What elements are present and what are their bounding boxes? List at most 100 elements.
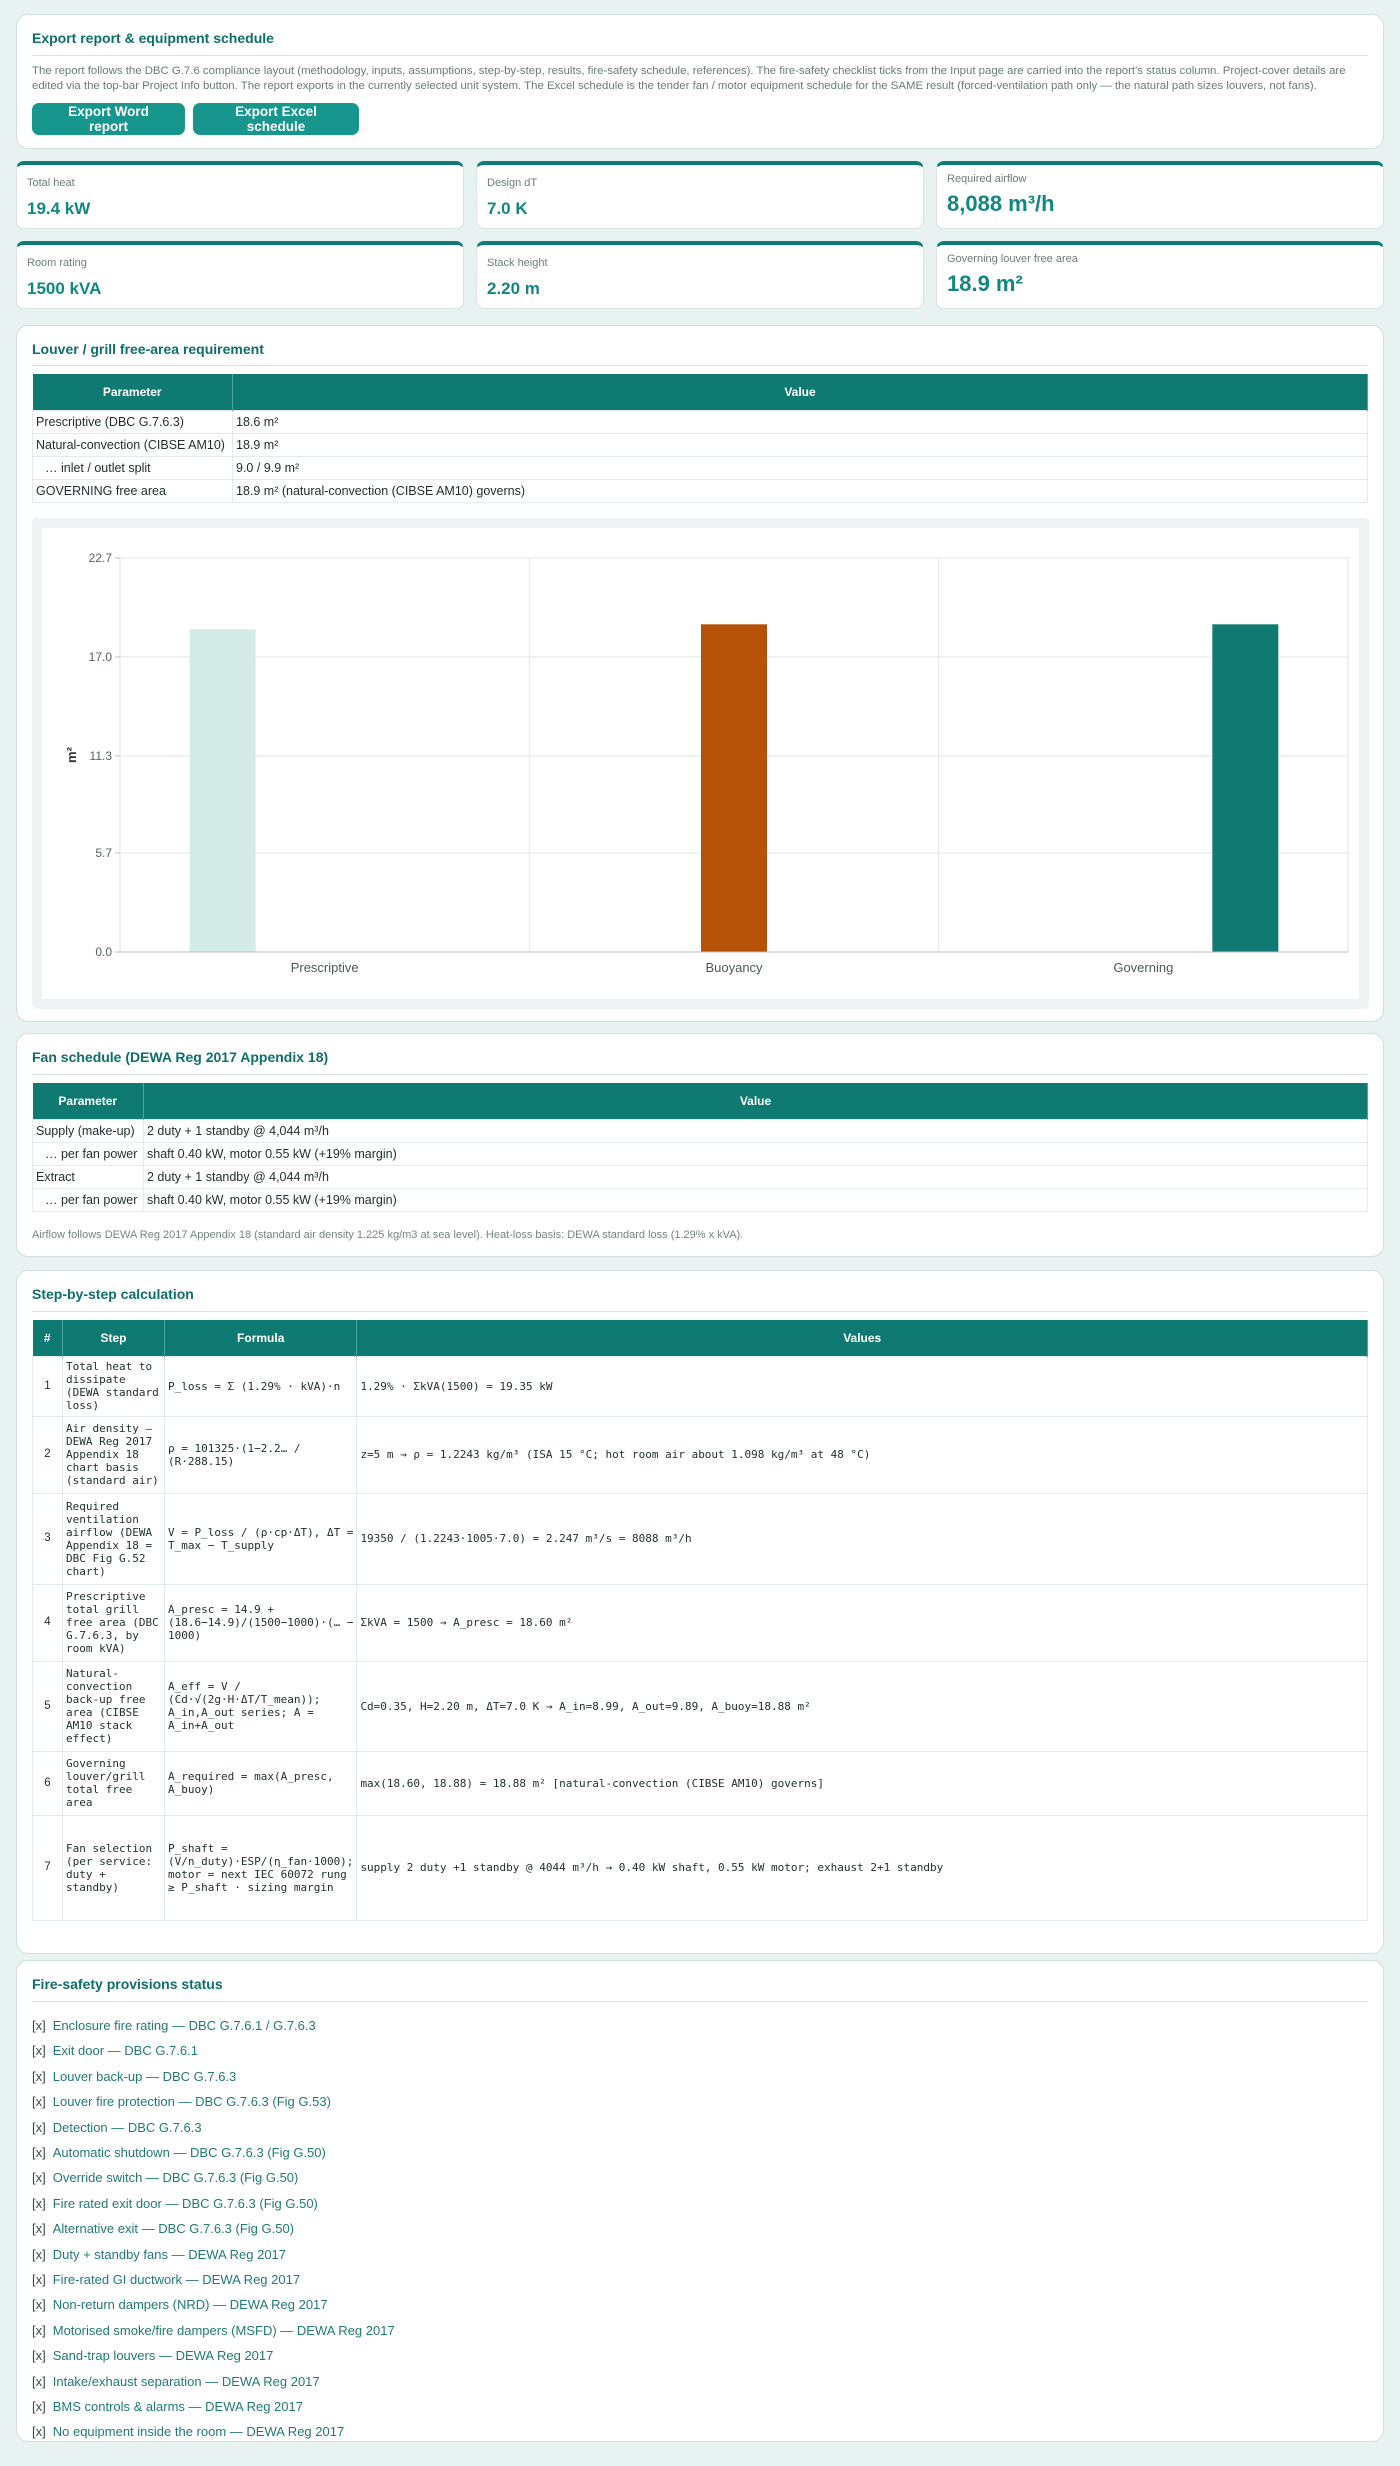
table-cell: Extract — [32, 1164, 144, 1189]
table-row: Natural-convection (CIBSE AM10) 18.9 m² — [32, 432, 1368, 457]
louver-card: Louver / grill free-area requirement Par… — [16, 325, 1384, 1022]
fire-safety-item-label: Enclosure fire rating — DBC G.7.6.1 / G.… — [52, 2018, 316, 2033]
step-name: Total heat to dissipate (DEWA standard l… — [62, 1355, 165, 1417]
table-row: GOVERNING free area 18.9 m² (natural-con… — [32, 478, 1368, 503]
checkbox-mark: [x] — [32, 2297, 46, 2313]
fire-safety-item: [x] Alternative exit — DBC G.7.6.3 (Fig G… — [32, 2221, 294, 2236]
louver-table: Parameter Value Prescriptive (DBC G.7.6.… — [32, 374, 1368, 503]
chart-panel: 0.0 5.7 11.3 17.0 22.7 Prescriptive Buoyancy Go… — [42, 528, 1359, 999]
fire-safety-title: Fire-safety provisions status — [32, 1976, 223, 1992]
fire-safety-item: [x] Motorised smoke/fire dampers (MSFD) —… — [32, 2323, 395, 2338]
x-tick-label: Buoyancy — [705, 960, 763, 975]
metric-label: Total heat — [27, 177, 75, 189]
step-name: Fan selection (per service: duty + stand… — [62, 1814, 165, 1921]
metric-governing-louver-area: Governing louver free area 18.9 m² — [936, 241, 1384, 309]
step-formula: P_loss = Σ (1.29% · kVA)·n — [163, 1355, 358, 1417]
divider — [32, 1311, 1368, 1312]
checkbox-mark: [x] — [32, 2068, 46, 2084]
x-tick-label: Governing — [1113, 960, 1173, 975]
metric-value: 8,088 m³/h — [947, 191, 1055, 216]
metric-value: 18.9 m² — [947, 271, 1023, 296]
table-header-row: Parameter Value — [32, 374, 1368, 410]
table-row: … inlet / outlet split 9.0 / 9.9 m² — [32, 455, 1368, 480]
fire-safety-item: [x] Intake/exhaust separation — DEWA Reg … — [32, 2374, 320, 2389]
fire-safety-item: [x] Fire rated exit door — DBC G.7.6.3 (F… — [32, 2196, 318, 2211]
table-row: 4 Prescriptive total grill free area (DB… — [32, 1583, 1368, 1662]
metric-design-dt: Design dT 7.0 K — [476, 161, 924, 229]
export-excel-button[interactable]: Export Excel schedule — [193, 103, 359, 135]
column-header: Parameter — [32, 1083, 144, 1119]
table-row: Prescriptive (DBC G.7.6.3) 18.6 m² — [32, 409, 1368, 434]
checkbox-mark: [x] — [32, 2348, 46, 2364]
step-formula: A_required = max(A_presc, A_buoy) — [163, 1750, 358, 1816]
metric-value: 2.20 m — [487, 279, 540, 298]
fire-safety-item-label: Sand-trap louvers — DEWA Reg 2017 — [52, 2348, 274, 2364]
table-cell: shaft 0.40 kW, motor 0.55 kW (+19% margi… — [143, 1187, 1368, 1212]
column-header: Parameter — [32, 374, 233, 410]
x-tick-label: Prescriptive — [291, 960, 359, 975]
y-tick-label: 22.7 — [89, 551, 113, 565]
checkbox-mark: [x] — [32, 2094, 46, 2110]
column-header: Step — [62, 1320, 165, 1356]
step-number: 7 — [32, 1814, 63, 1921]
y-tick-label: 5.7 — [95, 846, 112, 860]
fire-safety-item: [x] Fire-rated GI ductwork — DEWA Reg 201… — [32, 2272, 300, 2287]
table-cell: Prescriptive (DBC G.7.6.3) — [32, 409, 233, 434]
metric-room-rating: Room rating 1500 kVA — [16, 241, 464, 309]
fire-safety-item: [x] Override switch — DBC G.7.6.3 (Fig G.… — [32, 2170, 298, 2185]
checkbox-mark: [x] — [32, 2170, 46, 2186]
fan-schedule-note: Airflow follows DEWA Reg 2017 Appendix 1… — [32, 1229, 744, 1241]
table-row: Supply (make-up) 2 duty + 1 standby @ 4,… — [32, 1118, 1368, 1143]
fire-safety-item: [x] Louver fire protection — DBC G.7.6.3 … — [32, 2094, 331, 2109]
column-header: Formula — [164, 1320, 358, 1356]
checkbox-mark: [x] — [32, 2373, 46, 2389]
checkbox-mark: [x] — [32, 2424, 46, 2440]
table-header-row: # Step Formula Values — [32, 1320, 1368, 1356]
table-cell: 9.0 / 9.9 m² — [232, 455, 1368, 480]
step-calculation-table: # Step Formula Values 1 Total heat to di… — [32, 1320, 1368, 1921]
fan-schedule-title: Fan schedule (DEWA Reg 2017 Appendix 18) — [32, 1049, 329, 1065]
divider — [32, 1074, 1368, 1075]
step-calculation-title: Step-by-step calculation — [32, 1286, 194, 1302]
metric-label: Stack height — [487, 257, 548, 269]
column-header: # — [32, 1320, 63, 1356]
step-values: supply 2 duty +1 standby @ 4044 m³/h → 0… — [356, 1814, 1368, 1921]
step-formula: A_presc = 14.9 + (18.6−14.9)/(1500−1000)… — [163, 1583, 358, 1662]
table-header-row: Parameter Value — [32, 1083, 1368, 1119]
export-card: Export report & equipment schedule The r… — [16, 14, 1384, 149]
table-row: … per fan power shaft 0.40 kW, motor 0.5… — [32, 1141, 1368, 1166]
checkbox-mark: [x] — [32, 2018, 46, 2033]
fire-safety-item: [x] No equipment inside the room — DEWA R… — [32, 2424, 344, 2439]
fire-safety-item: [x] Detection — DBC G.7.6.3 — [32, 2120, 202, 2135]
fire-safety-item: [x] BMS controls & alarms — DEWA Reg 2017 — [32, 2399, 303, 2414]
metric-label: Room rating — [27, 257, 87, 269]
step-values: ΣkVA = 1500 → A_presc = 18.60 m² — [356, 1583, 1368, 1662]
checkbox-mark: [x] — [32, 2145, 46, 2160]
metric-required-airflow: Required airflow 8,088 m³/h — [936, 161, 1384, 229]
fire-safety-item-label: Motorised smoke/fire dampers (MSFD) — DE… — [52, 2322, 395, 2338]
step-number: 1 — [32, 1355, 63, 1417]
fire-safety-item: [x] Sand-trap louvers — DEWA Reg 2017 — [32, 2348, 273, 2363]
step-number: 6 — [32, 1750, 63, 1816]
chart-bars — [189, 624, 1279, 952]
fire-safety-item-label: Fire-rated GI ductwork — DEWA Reg 2017 — [52, 2272, 301, 2287]
fire-safety-item: [x] Duty + standby fans — DEWA Reg 2017 — [32, 2247, 286, 2262]
fire-safety-item: [x] Louver back-up — DBC G.7.6.3 — [32, 2069, 236, 2084]
metric-stack-height: Stack height 2.20 m — [476, 241, 924, 309]
table-cell: 18.9 m² (natural-convection (CIBSE AM10)… — [232, 478, 1368, 503]
step-number: 5 — [32, 1660, 63, 1752]
metric-label: Design dT — [487, 177, 538, 189]
louver-title: Louver / grill free-area requirement — [32, 341, 264, 357]
fire-safety-item-label: Exit door — DBC G.7.6.1 — [52, 2043, 198, 2059]
step-formula: A_eff = V / (Cd·√(2g·H·ΔT/T_mean)); A_in… — [163, 1660, 358, 1752]
fire-safety-item-label: Louver fire protection — DBC G.7.6.3 (Fi… — [52, 2094, 331, 2110]
export-word-button[interactable]: Export Word report — [32, 103, 185, 135]
table-cell: Natural-convection (CIBSE AM10) — [32, 432, 233, 457]
table-cell: GOVERNING free area — [32, 478, 233, 503]
step-values: Cd=0.35, H=2.20 m, ΔT=7.0 K → A_in=8.99,… — [356, 1660, 1368, 1752]
y-tick-label: 17.0 — [89, 650, 113, 664]
step-values: z=5 m → ρ = 1.2243 kg/m³ (ISA 15 °C; hot… — [356, 1415, 1368, 1494]
table-cell: 2 duty + 1 standby @ 4,044 m³/h — [143, 1118, 1368, 1143]
table-row: 5 Natural-convection back-up free area (… — [32, 1660, 1368, 1752]
fire-safety-item: [x] Automatic shutdown — DBC G.7.6.3 (Fig… — [32, 2145, 326, 2160]
